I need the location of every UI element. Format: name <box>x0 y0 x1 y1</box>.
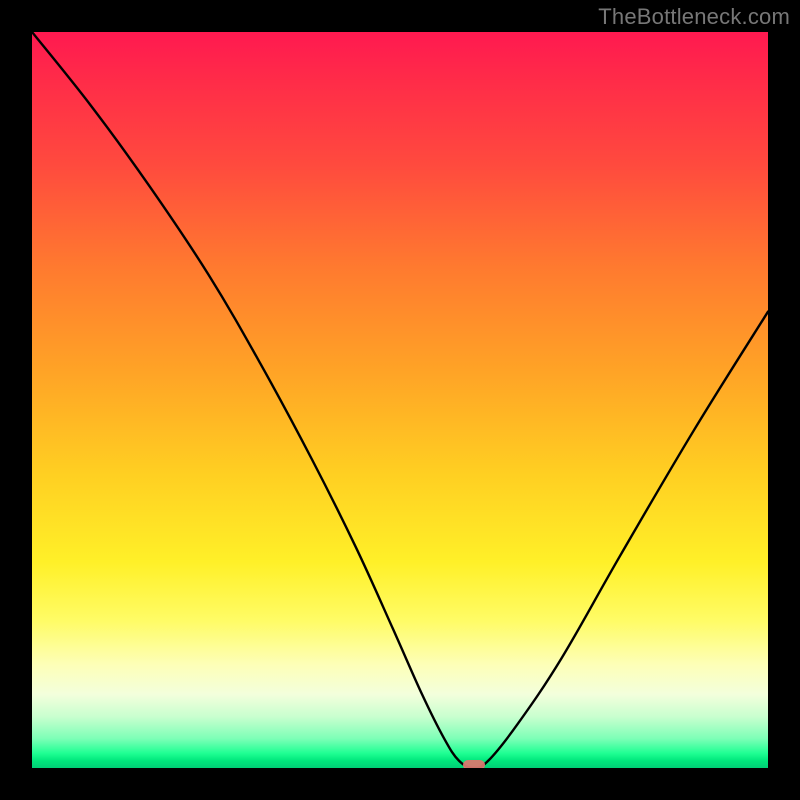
chart-frame: TheBottleneck.com <box>0 0 800 800</box>
bottleneck-curve <box>32 32 768 768</box>
plot-area <box>32 32 768 768</box>
optimal-marker-pill <box>463 760 485 768</box>
optimal-marker <box>463 760 485 768</box>
watermark-text: TheBottleneck.com <box>598 4 790 30</box>
